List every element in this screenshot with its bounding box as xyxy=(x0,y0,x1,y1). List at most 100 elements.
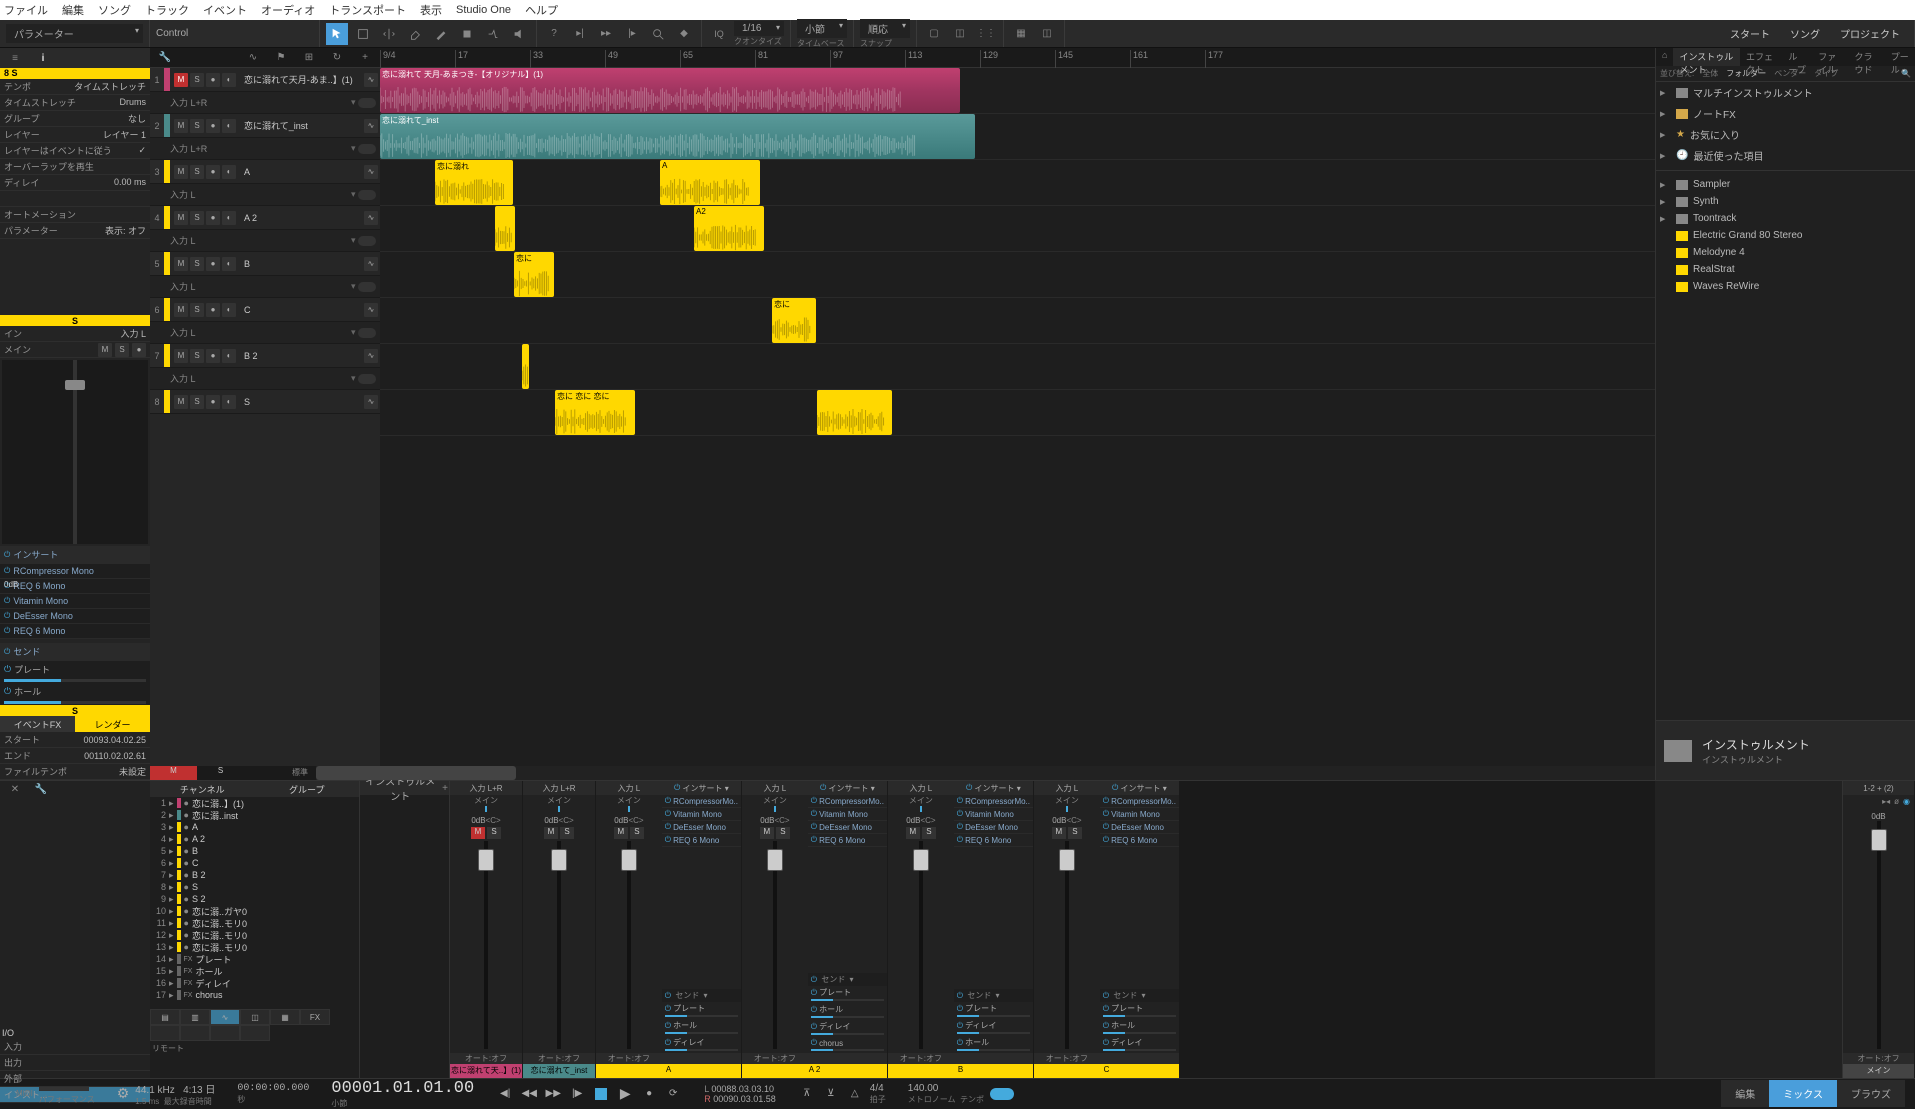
ch-send[interactable]: ⏻プレート xyxy=(954,1002,1033,1015)
loop-icon[interactable]: ⟳ xyxy=(664,1085,682,1103)
tree-item[interactable]: RealStrat xyxy=(1656,261,1915,278)
browser-tab-pool[interactable]: プール xyxy=(1885,48,1915,66)
ch-output[interactable]: メイン xyxy=(742,795,808,806)
stop-icon[interactable] xyxy=(592,1085,610,1103)
timeline-ruler[interactable]: 9/4173349658197113129145161177 xyxy=(380,48,1655,67)
audio-clip[interactable]: 恋に xyxy=(514,252,554,297)
console-view-btn[interactable]: ∿ xyxy=(210,1009,240,1025)
ch-name[interactable]: A xyxy=(596,1064,741,1078)
ch-send[interactable]: ⏻ディレイ xyxy=(662,1036,741,1049)
ch-output[interactable]: メイン xyxy=(450,795,522,806)
help-icon[interactable]: ? xyxy=(543,23,565,45)
ch-sends-hdr[interactable]: ⏻ センド ▾ xyxy=(1100,989,1179,1002)
ripple-icon[interactable]: ◫ xyxy=(949,23,971,45)
inspector-in-value[interactable]: 入力 L xyxy=(120,327,146,340)
instrument-rack-hdr[interactable]: インストゥルメント + xyxy=(360,781,449,795)
menu-track[interactable]: トラック xyxy=(145,2,189,18)
ch-name[interactable]: 恋に溺れて天..】(1) xyxy=(450,1064,522,1078)
ch-fader[interactable] xyxy=(767,849,783,871)
event-fx-button[interactable]: イベントFX xyxy=(0,716,75,732)
channel-list-item[interactable]: 8▸●S xyxy=(150,881,359,893)
ch-send[interactable]: ⏻chorus xyxy=(808,1037,887,1049)
automation-mode[interactable]: 標準 xyxy=(284,766,316,780)
track-solo-button[interactable]: S xyxy=(190,257,204,271)
track-rec-button[interactable]: ● xyxy=(206,395,220,409)
track-wave-icon[interactable]: ∿ xyxy=(364,165,378,179)
tree-item[interactable]: Melodyne 4 xyxy=(1656,244,1915,261)
ch-input[interactable]: 入力 L+R xyxy=(523,781,595,795)
track-monitor-button[interactable]: ◐ xyxy=(222,303,236,317)
ch-auto[interactable]: オート:オフ xyxy=(596,1053,662,1064)
pan-knob[interactable]: <C> xyxy=(1066,816,1081,825)
channel-list-item[interactable]: 11▸●恋に溺..モリ0 xyxy=(150,917,359,929)
channel-list-item[interactable]: 6▸●C xyxy=(150,857,359,869)
loop-right[interactable]: 00090.03.01.58 xyxy=(713,1094,776,1104)
track-input-row[interactable]: 入力 L+R▾ xyxy=(150,92,380,114)
ch-insert[interactable]: ⏻REQ 6 Mono xyxy=(954,834,1033,847)
ch-insert[interactable]: ⏻REQ 6 Mono xyxy=(662,834,741,847)
ch-auto[interactable]: オート:オフ xyxy=(742,1053,808,1064)
track-rec-button[interactable]: ● xyxy=(206,73,220,87)
ch-fader[interactable] xyxy=(913,849,929,871)
menu-edit[interactable]: 編集 xyxy=(62,2,84,18)
ch-send[interactable]: ⏻ホール xyxy=(662,1019,741,1032)
console-view-btn[interactable]: ▥ xyxy=(180,1009,210,1025)
track-lane[interactable] xyxy=(380,344,1655,390)
track-lane[interactable]: 恋に溺れA xyxy=(380,160,1655,206)
rewind-start-icon[interactable]: ◀| xyxy=(496,1085,514,1103)
quantize-dropdown[interactable]: 1/16 xyxy=(734,21,784,36)
channel-list-item[interactable]: 10▸●恋に溺..ガヤ0 xyxy=(150,905,359,917)
inspector-rec-button[interactable]: ● xyxy=(132,343,146,357)
ch-auto[interactable]: オート:オフ xyxy=(450,1053,522,1064)
insert-slot[interactable]: ⏻DeEsser Mono xyxy=(0,609,150,624)
console-view-btn[interactable]: ▦ xyxy=(270,1009,300,1025)
track-wave-icon[interactable]: ∿ xyxy=(364,73,378,87)
inspector-row[interactable]: パラメーター表示: オフ xyxy=(0,223,150,239)
ch-solo[interactable]: S xyxy=(560,827,574,839)
ch-input[interactable]: 入力 L xyxy=(742,781,808,795)
master-auto[interactable]: オート:オフ xyxy=(1843,1053,1914,1064)
speaker-tool[interactable] xyxy=(508,23,530,45)
ch-output[interactable]: メイン xyxy=(523,795,595,806)
pan-knob[interactable]: <C> xyxy=(920,816,935,825)
ch-insert[interactable]: ⏻REQ 6 Mono xyxy=(808,834,887,847)
page-song-button[interactable]: ソング xyxy=(1782,26,1828,41)
track-lane[interactable]: 恋に xyxy=(380,298,1655,344)
inspector-row[interactable]: タイムストレッチDrums xyxy=(0,95,150,111)
browser-tab-files[interactable]: ファイル xyxy=(1812,48,1848,66)
track-header[interactable]: 1 M S ● ◐ 恋に溺れて天月-あま..】(1) ∿ xyxy=(150,68,380,92)
ch-insert[interactable]: ⏻DeEsser Mono xyxy=(954,821,1033,834)
monitor-toggle[interactable] xyxy=(358,144,376,154)
draw-tool[interactable] xyxy=(430,23,452,45)
channel-list-item[interactable]: 2▸●恋に溺..inst xyxy=(150,809,359,821)
menu-audio[interactable]: オーディオ xyxy=(261,2,315,18)
inspector-row[interactable]: オートメーション xyxy=(0,207,150,223)
track-input-row[interactable]: 入力 L▾ xyxy=(150,184,380,206)
inspector-menu-icon[interactable]: ≡ xyxy=(4,47,26,69)
ch-send[interactable]: ⏻プレート xyxy=(1100,1002,1179,1015)
bars-beats[interactable]: 00001.01.01.00 xyxy=(331,1079,474,1098)
add-track-icon[interactable]: + xyxy=(354,47,376,69)
channel-list-item[interactable]: 5▸●B xyxy=(150,845,359,857)
view-mix-tab[interactable]: ミックス xyxy=(1769,1080,1837,1107)
pan-knob[interactable]: <C> xyxy=(559,816,574,825)
sort-type[interactable]: タイプ xyxy=(1814,68,1838,79)
track-mute-button[interactable]: M xyxy=(174,303,188,317)
track-mute-button[interactable]: M xyxy=(174,119,188,133)
ch-name[interactable]: C xyxy=(1034,1064,1179,1078)
track-solo-button[interactable]: S xyxy=(190,395,204,409)
track-mute-button[interactable]: M xyxy=(174,395,188,409)
global-solo[interactable]: S xyxy=(197,766,244,780)
console-view-btn[interactable]: ▤ xyxy=(150,1009,180,1025)
inspector-row[interactable]: テンポタイムストレッチ xyxy=(0,79,150,95)
channel-col-hdr[interactable]: チャンネル xyxy=(150,781,255,797)
ch-fader[interactable] xyxy=(621,849,637,871)
ch-inserts-hdr[interactable]: ⏻ インサート ▾ xyxy=(808,781,887,795)
browser-tab-effects[interactable]: エフェクト xyxy=(1740,48,1782,66)
track-header[interactable]: 4 M S ● ◐ A 2 ∿ xyxy=(150,206,380,230)
menu-transport[interactable]: トランスポート xyxy=(329,2,406,18)
inspector-row[interactable]: レイヤーはイベントに従う✓ xyxy=(0,143,150,159)
ch-send[interactable]: ⏻ホール xyxy=(954,1036,1033,1049)
track-solo-button[interactable]: S xyxy=(190,211,204,225)
ch-mute[interactable]: M xyxy=(471,827,485,839)
